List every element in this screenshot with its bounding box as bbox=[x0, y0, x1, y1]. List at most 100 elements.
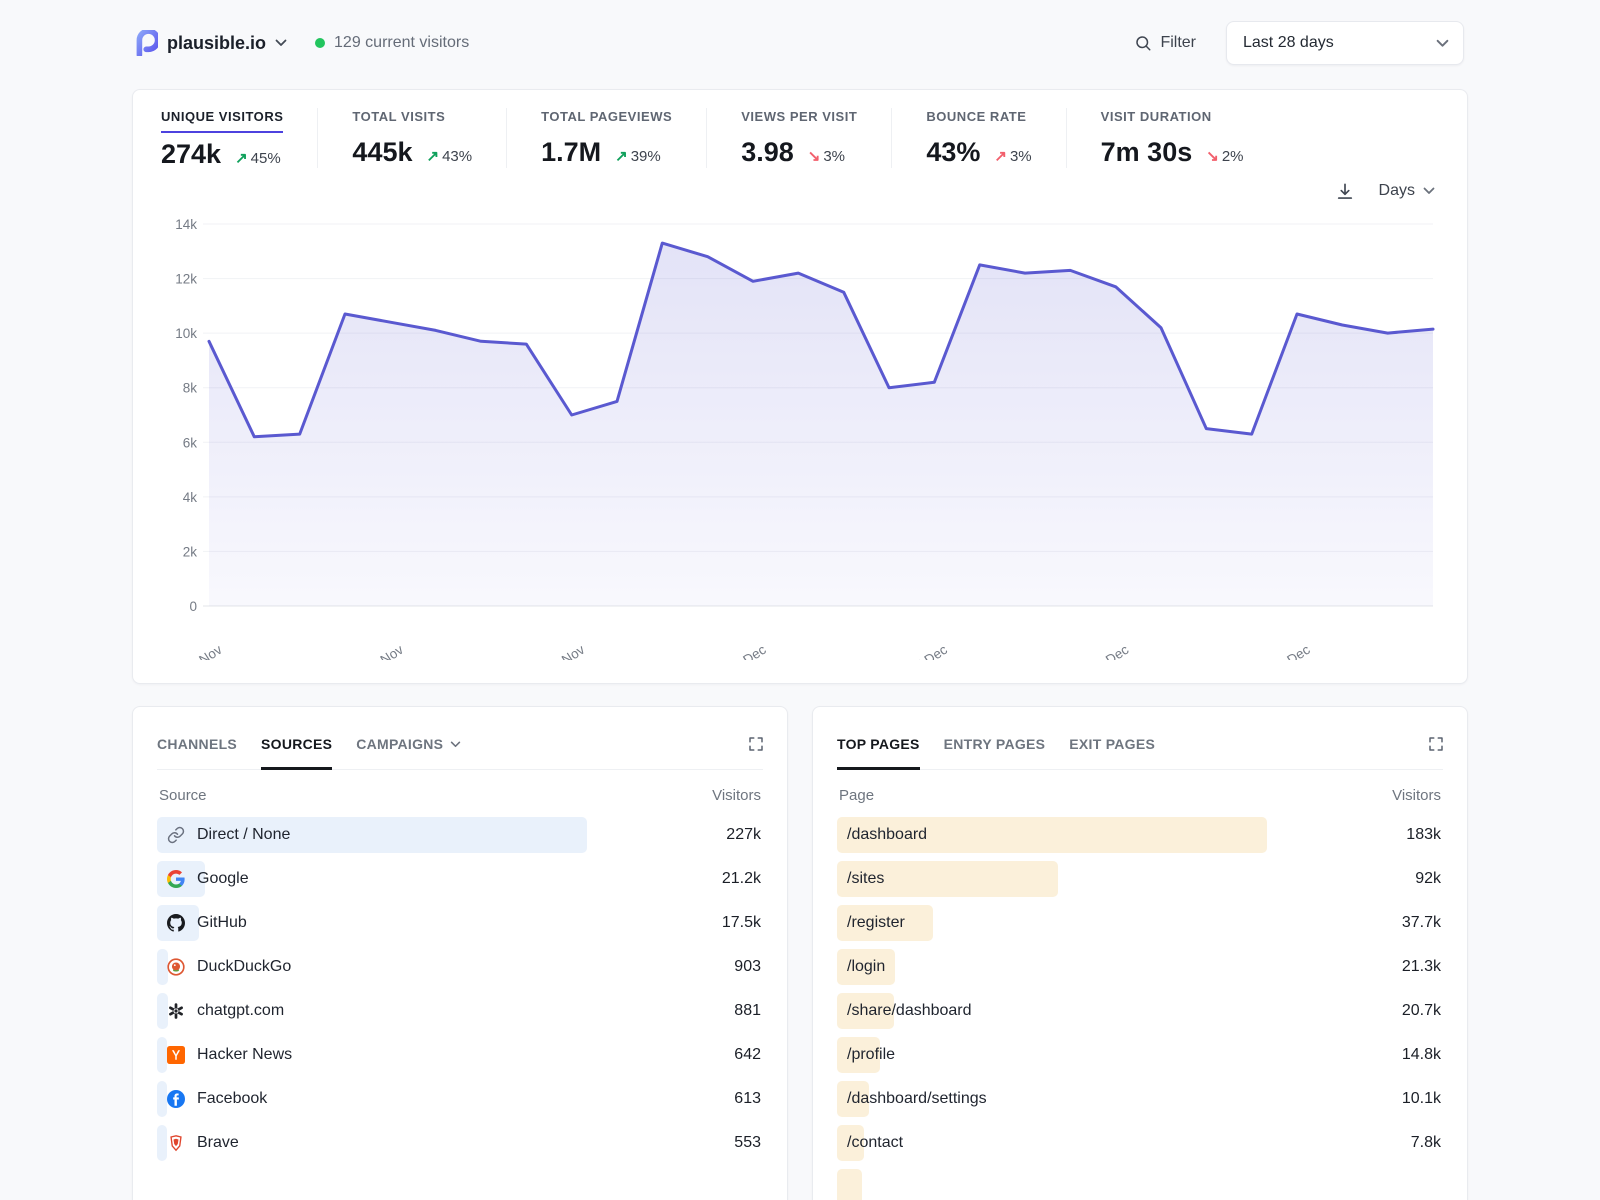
row-hacker-news[interactable]: Hacker News 642 bbox=[157, 1037, 763, 1073]
stat-label: TOTAL VISITS bbox=[352, 109, 445, 131]
row-sites[interactable]: /sites92k bbox=[837, 861, 1443, 897]
site-switcher[interactable]: plausible.io bbox=[136, 30, 287, 56]
trend-up-icon: ↗ bbox=[427, 147, 440, 165]
row-label: chatgpt.com bbox=[197, 1002, 284, 1020]
stat-label: VISIT DURATION bbox=[1101, 109, 1212, 131]
x-axis-tick: 15 Dec bbox=[1269, 642, 1313, 660]
current-visitors[interactable]: 129 current visitors bbox=[315, 34, 469, 52]
y-axis-tick: 0 bbox=[189, 599, 197, 614]
chevron-down-icon bbox=[1423, 187, 1435, 195]
row-label-group: /share/dashboard bbox=[837, 1002, 972, 1020]
row-label-group: /dashboard bbox=[837, 826, 927, 844]
tab-label: EXIT PAGES bbox=[1069, 736, 1155, 752]
stat-bounce-rate[interactable]: BOUNCE RATE43%↗3% bbox=[891, 108, 1065, 168]
expand-button[interactable] bbox=[1427, 735, 1445, 753]
row-duckduckgo[interactable]: DuckDuckGo903 bbox=[157, 949, 763, 985]
row-label: /dashboard bbox=[847, 826, 927, 844]
filter-button[interactable]: Filter bbox=[1134, 34, 1196, 52]
row-visitors-value: 21.3k bbox=[1402, 958, 1443, 976]
download-button[interactable] bbox=[1335, 181, 1355, 201]
pages-panel: TOP PAGESENTRY PAGESEXIT PAGESPageVisito… bbox=[812, 706, 1468, 1200]
link-icon bbox=[167, 826, 185, 844]
row-brave[interactable]: Brave553 bbox=[157, 1125, 763, 1161]
y-axis-tick: 14k bbox=[175, 217, 197, 232]
breakdown-grid: CHANNELS SOURCES CAMPAIGNS SourceVisitors Di… bbox=[132, 706, 1468, 1200]
row-label-group: /sites bbox=[837, 870, 884, 888]
row-label: Hacker News bbox=[197, 1046, 292, 1064]
row-label: /register bbox=[847, 914, 905, 932]
tab-label: ENTRY PAGES bbox=[944, 736, 1046, 752]
row-facebook[interactable]: Facebook 613 bbox=[157, 1081, 763, 1117]
sources-panel: CHANNELS SOURCES CAMPAIGNS SourceVisitors Di… bbox=[132, 706, 788, 1200]
column-headers: SourceVisitors bbox=[159, 787, 761, 804]
row-visitors-value: 17.5k bbox=[722, 914, 763, 932]
stat-label: UNIQUE VISITORS bbox=[161, 109, 283, 133]
stat-value: 43% bbox=[926, 137, 980, 168]
row-list: Direct / None227k Google21.2k GitHub 17.5k D… bbox=[157, 817, 763, 1161]
topbar: plausible.io 129 current visitors Filter… bbox=[132, 20, 1468, 66]
search-icon bbox=[1134, 34, 1152, 52]
row-chatgpt-com[interactable]: chatgpt.com881 bbox=[157, 993, 763, 1029]
stat-total-pageviews[interactable]: TOTAL PAGEVIEWS1.7M↗39% bbox=[506, 108, 706, 168]
stat-value: 274k bbox=[161, 139, 221, 170]
live-dot-icon bbox=[315, 38, 325, 48]
tab-sources[interactable]: SOURCES bbox=[261, 732, 332, 770]
stat-total-visits[interactable]: TOTAL VISITS445k↗43% bbox=[317, 108, 506, 168]
row-contact[interactable]: /contact7.8k bbox=[837, 1125, 1443, 1161]
row-label-group: /dashboard/settings bbox=[837, 1090, 987, 1108]
stat-label: TOTAL PAGEVIEWS bbox=[541, 109, 672, 131]
row-label: /profile bbox=[847, 1046, 895, 1064]
row-direct-none[interactable]: Direct / None227k bbox=[157, 817, 763, 853]
stat-change-value: 3% bbox=[1010, 148, 1032, 165]
row-visitors-value: 183k bbox=[1406, 826, 1443, 844]
row-visitors-value: 642 bbox=[734, 1046, 763, 1064]
current-visitors-label: 129 current visitors bbox=[334, 34, 469, 52]
row-google[interactable]: Google21.2k bbox=[157, 861, 763, 897]
stat-visit-duration[interactable]: VISIT DURATION7m 30s↘2% bbox=[1066, 108, 1278, 168]
tab-top-pages[interactable]: TOP PAGES bbox=[837, 732, 920, 770]
row-visitors-value: 613 bbox=[734, 1090, 763, 1108]
tab-exit-pages[interactable]: EXIT PAGES bbox=[1069, 732, 1155, 770]
expand-button[interactable] bbox=[747, 735, 765, 753]
row-label: DuckDuckGo bbox=[197, 958, 291, 976]
stat-value-row: 43%↗3% bbox=[926, 137, 1031, 168]
row-dashboard-settings[interactable]: /dashboard/settings10.1k bbox=[837, 1081, 1443, 1117]
row-label-group: GitHub bbox=[157, 914, 247, 932]
stat-value: 1.7M bbox=[541, 137, 601, 168]
facebook-icon bbox=[167, 1090, 185, 1108]
partial-row-bar bbox=[837, 1169, 862, 1200]
y-axis-tick: 6k bbox=[183, 435, 198, 450]
tab-channels[interactable]: CHANNELS bbox=[157, 732, 237, 770]
tab-entry-pages[interactable]: ENTRY PAGES bbox=[944, 732, 1046, 770]
row-visitors-value: 37.7k bbox=[1402, 914, 1443, 932]
stat-change-value: 45% bbox=[251, 150, 281, 167]
y-axis-tick: 2k bbox=[183, 544, 198, 559]
row-label-group: DuckDuckGo bbox=[157, 958, 291, 976]
stat-views-per-visit[interactable]: VIEWS PER VISIT3.98↘3% bbox=[706, 108, 891, 168]
date-range-select[interactable]: Last 28 days bbox=[1226, 21, 1464, 65]
row-dashboard[interactable]: /dashboard 183k bbox=[837, 817, 1443, 853]
tab-campaigns[interactable]: CAMPAIGNS bbox=[356, 732, 461, 770]
row-label-group: /login bbox=[837, 958, 885, 976]
stat-value: 445k bbox=[352, 137, 412, 168]
area-fill bbox=[209, 243, 1433, 606]
x-axis-tick: 25 Nov bbox=[362, 642, 406, 660]
chevron-down-icon bbox=[450, 741, 461, 748]
openai-icon bbox=[167, 1002, 185, 1020]
row-label-group: Facebook bbox=[157, 1090, 267, 1108]
row-label-group: chatgpt.com bbox=[157, 1002, 284, 1020]
row-login[interactable]: /login 21.3k bbox=[837, 949, 1443, 985]
row-github[interactable]: GitHub 17.5k bbox=[157, 905, 763, 941]
row-profile[interactable]: /profile14.8k bbox=[837, 1037, 1443, 1073]
row-label: GitHub bbox=[197, 914, 247, 932]
x-axis-tick: 3 Dec bbox=[731, 642, 769, 660]
row-label: /share/dashboard bbox=[847, 1002, 972, 1020]
stat-unique-visitors[interactable]: UNIQUE VISITORS274k↗45% bbox=[161, 108, 317, 170]
row-register[interactable]: /register 37.7k bbox=[837, 905, 1443, 941]
row-share-dashboard[interactable]: /share/dashboard20.7k bbox=[837, 993, 1443, 1029]
row-label-group: /contact bbox=[837, 1134, 903, 1152]
row-label-group: Google bbox=[157, 870, 249, 888]
stat-value-row: 3.98↘3% bbox=[741, 137, 857, 168]
interval-select[interactable]: Days bbox=[1379, 182, 1435, 200]
column-header-left: Page bbox=[839, 787, 874, 804]
